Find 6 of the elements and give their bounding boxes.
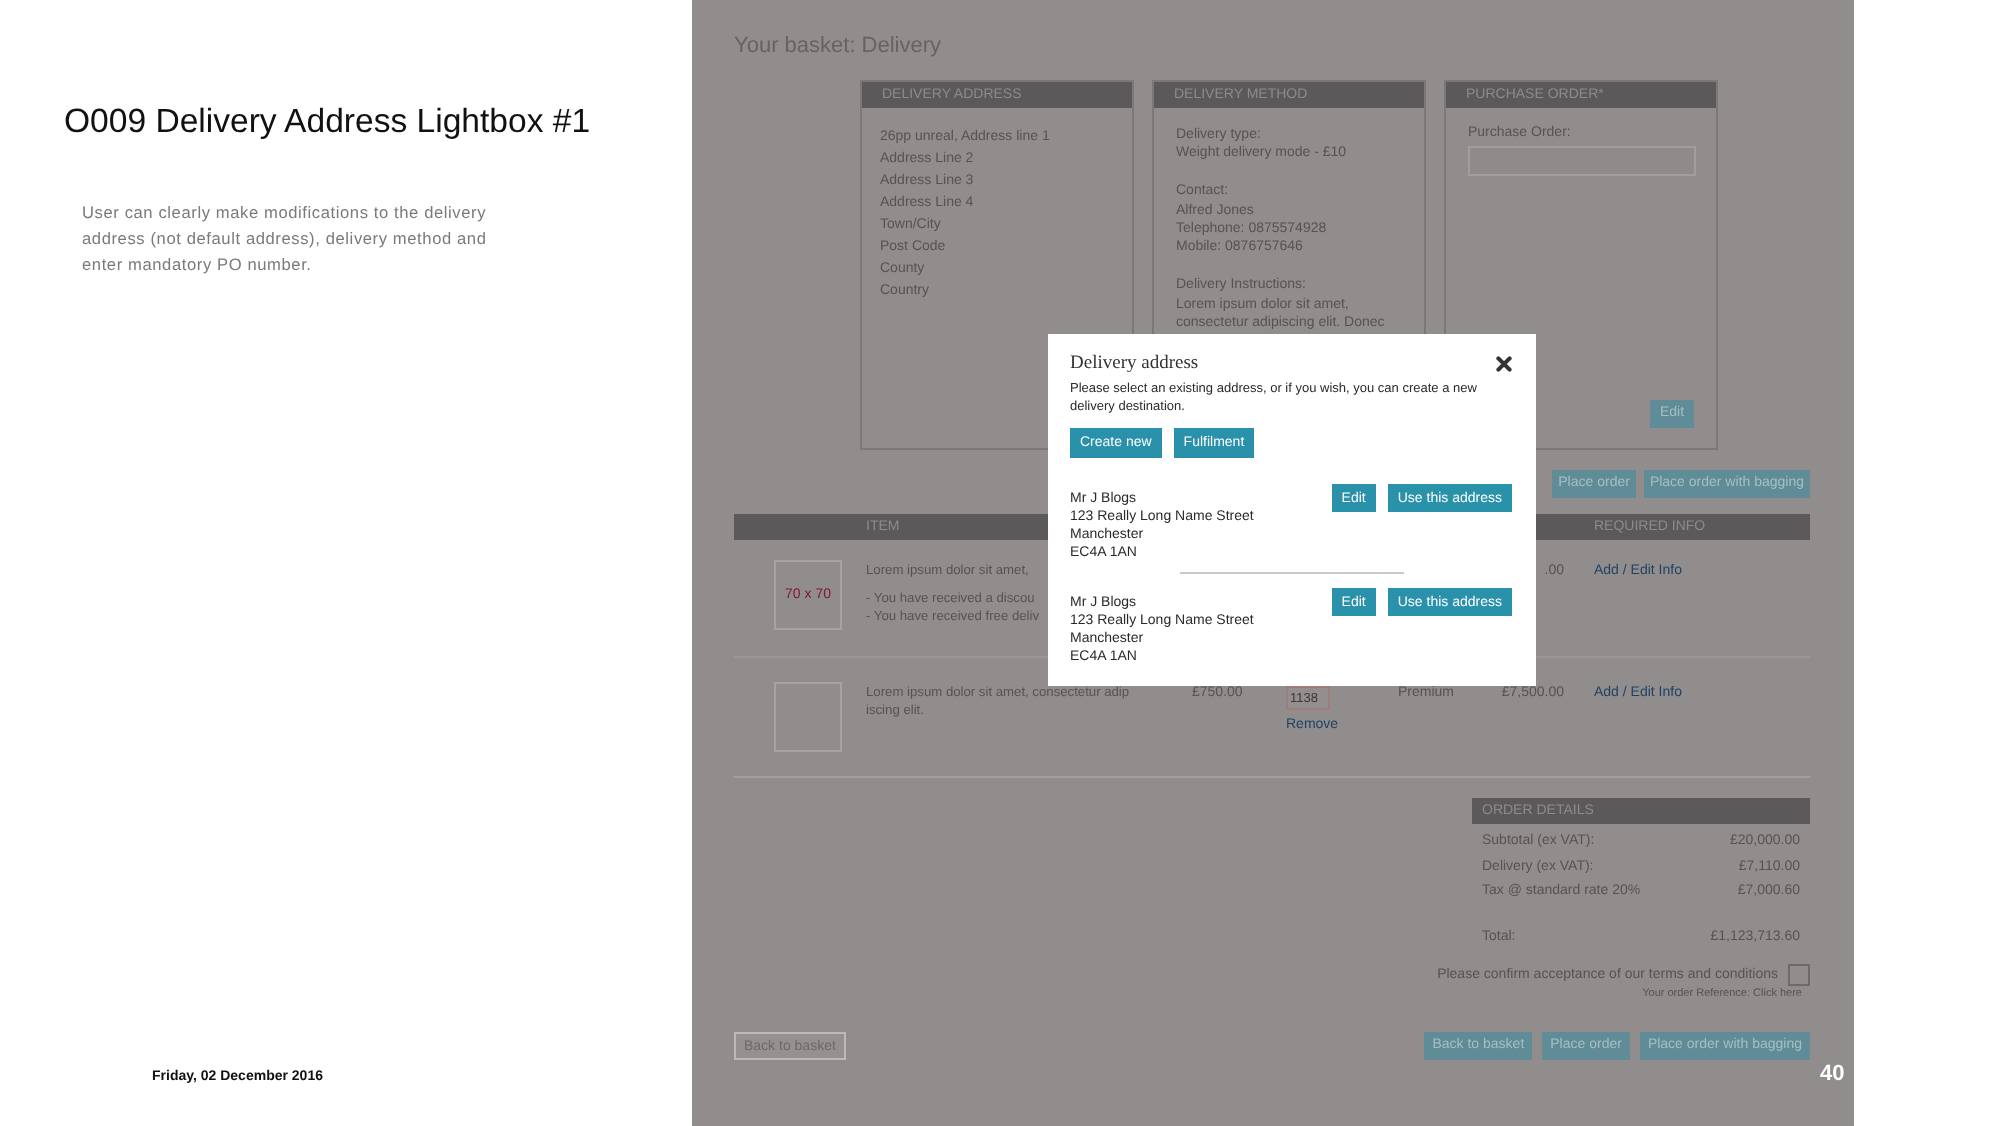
slide-description: User can clearly make modifications to the delivery address (not default address), delivery method and enter mandatory PO number.: [82, 200, 489, 278]
close-icon[interactable]: [1496, 355, 1512, 371]
dialog-title: Delivery address: [1070, 353, 1199, 373]
terms-checkbox[interactable]: [1788, 963, 1810, 985]
slide-title: O009 Delivery Address Lightbox #1: [64, 100, 591, 142]
page-number: 40: [1820, 1062, 1845, 1086]
